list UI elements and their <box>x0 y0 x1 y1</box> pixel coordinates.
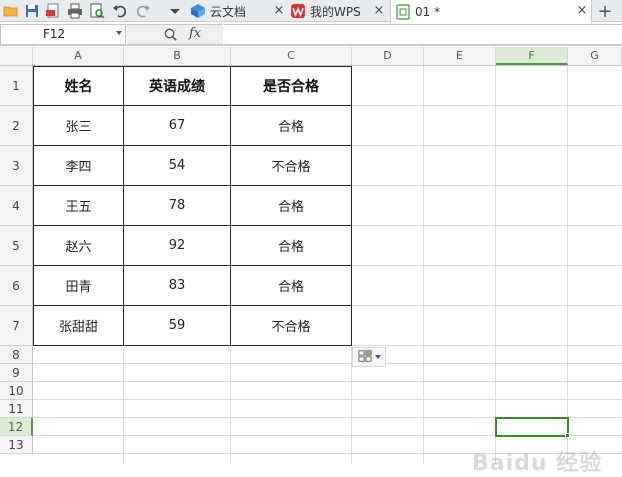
print-preview-icon[interactable] <box>88 2 106 19</box>
column-header-c[interactable]: C <box>231 47 352 65</box>
gridline <box>33 381 622 382</box>
close-icon[interactable]: × <box>372 3 386 19</box>
table-header-cell[interactable]: 英语成绩 <box>123 66 231 106</box>
redo-icon[interactable] <box>134 2 152 19</box>
row-header-12[interactable]: 12 <box>0 418 33 436</box>
tab-label: 01 * <box>415 4 441 19</box>
formula-bar: F12 fx <box>0 23 622 46</box>
zoom-search-icon[interactable] <box>163 27 178 46</box>
column-header-a[interactable]: A <box>33 47 124 65</box>
select-all-corner[interactable] <box>0 47 33 65</box>
active-cell[interactable] <box>495 417 569 437</box>
export-pdf-icon[interactable] <box>44 2 62 19</box>
table-cell-name[interactable]: 田青 <box>33 265 124 306</box>
table-cell-result[interactable]: 不合格 <box>230 145 352 186</box>
table-cell-result[interactable]: 合格 <box>230 185 352 226</box>
table-cell-result[interactable]: 合格 <box>230 225 352 266</box>
cloud-docs-icon <box>190 3 206 19</box>
table-cell-name[interactable]: 张甜甜 <box>33 305 124 346</box>
row-header-8[interactable]: 8 <box>0 346 33 364</box>
row-header-1[interactable]: 1 <box>0 66 33 106</box>
insert-function-icon[interactable]: fx <box>189 26 201 41</box>
tab-label: 云文档 <box>210 4 247 19</box>
table-cell-name[interactable]: 赵六 <box>33 225 124 266</box>
formula-tools: fx <box>127 24 223 45</box>
open-folder-icon[interactable] <box>2 2 20 19</box>
row-header-7[interactable]: 7 <box>0 306 33 346</box>
table-cell-score[interactable]: 78 <box>123 185 231 226</box>
name-box[interactable]: F12 <box>0 24 126 45</box>
table-cell-result[interactable]: 不合格 <box>230 305 352 346</box>
chevron-down-icon[interactable] <box>116 31 122 35</box>
tab-document-01[interactable]: 01 * × <box>390 0 592 23</box>
row-header-6[interactable]: 6 <box>0 266 33 306</box>
row-header-3[interactable]: 3 <box>0 146 33 186</box>
column-header-b[interactable]: B <box>124 47 231 65</box>
table-header-cell[interactable]: 是否合格 <box>230 66 352 106</box>
row-header-4[interactable]: 4 <box>0 186 33 226</box>
undo-icon[interactable] <box>111 2 129 19</box>
paste-options-icon <box>357 348 372 367</box>
spreadsheet-grid[interactable]: A B C D E F G 1 2 3 4 5 6 7 8 9 10 11 12… <box>0 47 622 476</box>
save-icon[interactable] <box>23 2 41 19</box>
gridline <box>33 363 622 364</box>
close-icon[interactable]: × <box>272 3 286 19</box>
column-header-d[interactable]: D <box>352 47 424 65</box>
table-cell-name[interactable]: 张三 <box>33 105 124 146</box>
row-header-11[interactable]: 11 <box>0 400 33 418</box>
row-header-10[interactable]: 10 <box>0 382 33 400</box>
column-header-g[interactable]: G <box>568 47 622 65</box>
gridline <box>33 399 622 400</box>
formula-input[interactable] <box>224 24 622 45</box>
table-cell-result[interactable]: 合格 <box>230 105 352 146</box>
tab-label: 我的WPS <box>310 4 361 19</box>
row-header-13[interactable]: 13 <box>0 436 33 454</box>
chevron-down-icon <box>374 355 381 359</box>
column-header-bar: A B C D E F G <box>0 47 622 66</box>
more-dropdown-icon[interactable] <box>166 2 184 19</box>
table-cell-score[interactable]: 92 <box>123 225 231 266</box>
title-tab-bar: 云文档 × 我的WPS × 01 * × + <box>0 0 622 23</box>
tab-cloud-docs[interactable]: 云文档 × <box>190 0 288 22</box>
tab-my-wps[interactable]: 我的WPS × <box>290 0 388 22</box>
table-cell-score[interactable]: 59 <box>123 305 231 346</box>
row-header-5[interactable]: 5 <box>0 226 33 266</box>
table-cell-name[interactable]: 王五 <box>33 185 124 226</box>
spreadsheet-doc-icon <box>395 3 411 20</box>
close-icon[interactable]: × <box>575 3 589 19</box>
table-cell-score[interactable]: 67 <box>123 105 231 146</box>
column-header-e[interactable]: E <box>424 47 496 65</box>
table-header-cell[interactable]: 姓名 <box>33 66 124 106</box>
table-cell-score[interactable]: 54 <box>123 145 231 186</box>
table-cell-name[interactable]: 李四 <box>33 145 124 186</box>
wps-icon <box>290 3 306 19</box>
watermark-logo: Baidu 经验 <box>472 451 603 476</box>
row-header-2[interactable]: 2 <box>0 106 33 146</box>
column-header-f[interactable]: F <box>496 47 568 65</box>
new-tab-button[interactable]: + <box>594 0 616 22</box>
row-header-9[interactable]: 9 <box>0 364 33 382</box>
table-cell-result[interactable]: 合格 <box>230 265 352 306</box>
table-cell-score[interactable]: 83 <box>123 265 231 306</box>
paste-options-button[interactable] <box>352 347 386 367</box>
fill-handle[interactable] <box>565 433 570 438</box>
print-icon[interactable] <box>66 2 84 19</box>
